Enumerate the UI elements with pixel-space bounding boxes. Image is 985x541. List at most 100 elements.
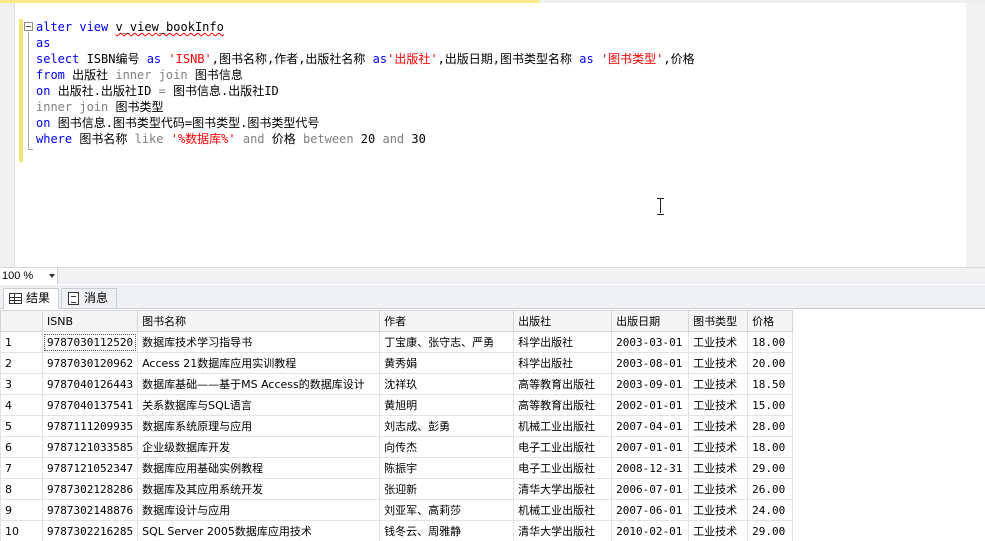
table-cell[interactable]: 9787030120962 [41,352,139,374]
table-cell[interactable]: 29.00 [747,457,794,479]
row-number[interactable]: 8 [0,478,43,500]
table-cell[interactable]: 数据库及其应用系统开发 [137,478,381,500]
table-cell[interactable]: Access 21数据库应用实训教程 [137,352,381,374]
table-cell[interactable]: 刘亚军、高莉莎 [379,499,515,521]
table-cell[interactable]: 工业技术 [688,478,749,500]
table-cell[interactable]: 陈振宇 [379,457,515,479]
table-row[interactable]: 1 9787030112520 数据库技术学习指导书 丁宝康、张守志、严勇 科学出版社 2… [0,331,794,353]
table-cell[interactable]: 张迎新 [379,478,515,500]
table-cell[interactable]: 2010-02-01 [611,520,690,541]
table-cell[interactable]: 企业级数据库开发 [137,436,381,458]
table-cell[interactable]: 2007-04-01 [611,415,690,437]
column-header[interactable]: 作者 [379,310,515,332]
editor-horizontal-scrollbar[interactable] [60,269,985,283]
code-line[interactable]: alter view v_view_bookInfo [36,19,695,35]
table-cell[interactable]: 工业技术 [688,415,749,437]
table-row[interactable]: 8 9787302128286 数据库及其应用系统开发 张迎新 清华大学出版社 2006-… [0,478,794,500]
table-cell[interactable]: 工业技术 [688,373,749,395]
table-cell[interactable]: 2003-08-01 [611,352,690,374]
table-cell[interactable]: 2006-07-01 [611,478,690,500]
table-cell[interactable]: 26.00 [747,478,794,500]
zoom-dropdown[interactable]: 100 % [0,268,58,284]
table-row[interactable]: 6 9787121033585 企业级数据库开发 向传杰 电子工业出版社 2007-01-… [0,436,794,458]
table-row[interactable]: 5 9787111209935 数据库系统原理与应用 刘志成、彭勇 机械工业出版社 200… [0,415,794,437]
code-line[interactable]: on 出版社.出版社ID = 图书信息.出版社ID [36,83,695,99]
table-cell[interactable]: 关系数据库与SQL语言 [137,394,381,416]
code-line[interactable]: where 图书名称 like '%数据库%' and 价格 between 2… [36,131,695,147]
row-number[interactable]: 10 [0,520,43,541]
table-cell[interactable]: 24.00 [747,499,794,521]
table-cell[interactable]: 数据库应用基础实例教程 [137,457,381,479]
column-header[interactable]: 价格 [747,310,794,332]
sql-code[interactable]: alter view v_view_bookInfo as select ISBN编… [36,19,695,147]
code-line[interactable]: inner join 图书类型 [36,99,695,115]
table-cell[interactable]: 丁宝康、张守志、严勇 [379,331,515,353]
code-line[interactable]: on 图书信息.图书类型代码=图书类型.图书类型代号 [36,115,695,131]
table-cell[interactable]: 数据库系统原理与应用 [137,415,381,437]
table-cell[interactable]: 黄旭明 [379,394,515,416]
table-cell[interactable]: 向传杰 [379,436,515,458]
column-header[interactable]: ISNB [41,310,139,332]
row-number[interactable]: 1 [0,331,43,353]
table-cell[interactable]: 数据库基础——基于MS Access的数据库设计 [137,373,381,395]
code-line[interactable]: select ISBN编号 as 'ISNB',图书名称,作者,出版社名称 as… [36,51,695,67]
table-cell[interactable]: 工业技术 [688,331,749,353]
table-cell[interactable]: 刘志成、彭勇 [379,415,515,437]
table-row[interactable]: 7 9787121052347 数据库应用基础实例教程 陈振宇 电子工业出版社 2008-… [0,457,794,479]
table-cell[interactable]: 18.00 [747,331,794,353]
table-cell[interactable]: 高等教育出版社 [513,394,613,416]
table-cell[interactable]: 9787111209935 [41,415,139,437]
table-cell[interactable]: 机械工业出版社 [513,415,613,437]
editor-vertical-scrollbar[interactable] [966,3,985,267]
column-header[interactable]: 出版日期 [611,310,690,332]
table-cell[interactable]: 数据库技术学习指导书 [137,331,381,353]
table-cell[interactable]: 工业技术 [688,352,749,374]
row-number[interactable]: 4 [0,394,43,416]
tab-results[interactable]: 结果 [3,288,59,309]
table-row[interactable]: 4 9787040137541 关系数据库与SQL语言 黄旭明 高等教育出版社 2002-… [0,394,794,416]
table-cell[interactable]: 电子工业出版社 [513,457,613,479]
table-cell[interactable]: 29.00 [747,520,794,541]
table-cell[interactable]: 2007-06-01 [611,499,690,521]
results-table[interactable]: ISNB 图书名称 作者 出版社 出版日期 图书类型 价格 1 9787030112520 数据… [0,310,794,541]
table-cell[interactable]: 黄秀娟 [379,352,515,374]
table-cell[interactable]: 科学出版社 [513,331,613,353]
table-cell[interactable]: 科学出版社 [513,352,613,374]
table-cell[interactable]: 沈祥玖 [379,373,515,395]
table-cell[interactable]: 清华大学出版社 [513,520,613,541]
table-row[interactable]: 9 9787302148876 数据库设计与应用 刘亚军、高莉莎 机械工业出版社 2007… [0,499,794,521]
table-cell[interactable]: 9787040126443 [41,373,139,395]
table-cell[interactable]: 18.00 [747,436,794,458]
table-cell[interactable]: 2003-03-01 [611,331,690,353]
grid-corner-cell[interactable] [0,310,43,332]
outline-collapse-icon[interactable] [24,22,33,31]
column-header[interactable]: 图书名称 [137,310,381,332]
table-cell[interactable]: 工业技术 [688,499,749,521]
table-cell[interactable]: 9787302216285 [41,520,139,541]
table-cell[interactable]: 工业技术 [688,436,749,458]
table-cell[interactable]: 2002-01-01 [611,394,690,416]
table-cell[interactable]: 9787302148876 [41,499,139,521]
row-number[interactable]: 9 [0,499,43,521]
row-number[interactable]: 7 [0,457,43,479]
query-editor[interactable]: alter view v_view_bookInfo as select ISBN编… [0,3,985,267]
table-cell[interactable]: 工业技术 [688,394,749,416]
table-cell[interactable]: 电子工业出版社 [513,436,613,458]
table-cell[interactable]: 9787030112520 [41,331,139,353]
table-cell[interactable]: 28.00 [747,415,794,437]
code-line[interactable]: from 出版社 inner join 图书信息 [36,67,695,83]
table-cell[interactable]: 工业技术 [688,520,749,541]
table-cell[interactable]: 15.00 [747,394,794,416]
column-header[interactable]: 图书类型 [688,310,749,332]
table-cell[interactable]: 工业技术 [688,457,749,479]
table-cell[interactable]: 2003-09-01 [611,373,690,395]
table-cell[interactable]: 高等教育出版社 [513,373,613,395]
table-cell[interactable]: 9787121052347 [41,457,139,479]
table-cell[interactable]: 2008-12-31 [611,457,690,479]
table-cell[interactable]: 数据库设计与应用 [137,499,381,521]
results-grid[interactable]: ISNB 图书名称 作者 出版社 出版日期 图书类型 价格 1 9787030112520 数据… [0,310,985,541]
table-row[interactable]: 10 9787302216285 SQL Server 2005数据库应用技术 钱冬云… [0,520,794,541]
table-cell[interactable]: 9787121033585 [41,436,139,458]
table-row[interactable]: 3 9787040126443 数据库基础——基于MS Access的数据库设计 沈祥… [0,373,794,395]
row-number[interactable]: 6 [0,436,43,458]
